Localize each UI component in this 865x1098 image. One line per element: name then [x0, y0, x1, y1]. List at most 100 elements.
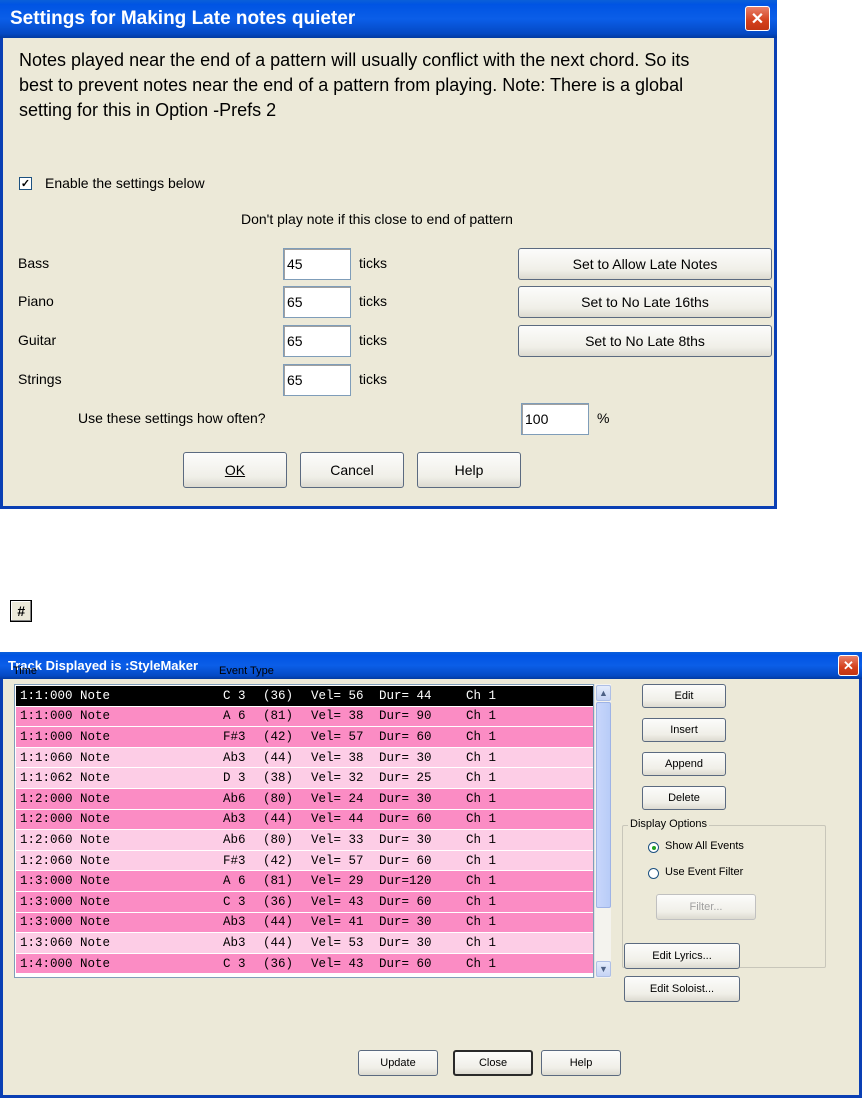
table-row[interactable]: 1:4:000 Note C 3 (36) Vel= 43 Dur= 60 Ch 1: [16, 953, 593, 974]
event-ch-cell: Ch 1: [466, 915, 497, 930]
hash-icon: #: [10, 600, 32, 622]
event-note-cell: C 3: [223, 688, 246, 703]
event-time-cell: 1:2:060 Note: [20, 853, 111, 868]
help-button[interactable]: Help: [541, 1050, 621, 1076]
piano-ticks-input[interactable]: 65: [283, 286, 351, 318]
close-button[interactable]: Close: [453, 1050, 533, 1076]
event-ch-cell: Ch 1: [466, 771, 497, 786]
use-event-filter-label: Use Event Filter: [665, 866, 744, 878]
event-dur-cell: Dur= 90: [379, 709, 432, 724]
use-event-filter-radio[interactable]: [648, 868, 659, 879]
event-num-cell: (36): [263, 894, 294, 909]
description-line: Notes played near the end of a pattern w…: [19, 50, 690, 70]
event-vel-cell: Vel= 41: [311, 915, 364, 930]
edit-label: Edit: [674, 690, 694, 702]
guitar-unit: ticks: [359, 332, 387, 348]
close-icon[interactable]: ✕: [745, 6, 770, 31]
edit-lyrics-button[interactable]: Edit Lyrics...: [624, 943, 740, 969]
event-dur-cell: Dur= 60: [379, 956, 432, 971]
event-vel-cell: Vel= 53: [311, 935, 364, 950]
table-row[interactable]: 1:1:000 Note A 6 (81) Vel= 38 Dur= 90 Ch 1: [16, 706, 593, 727]
table-row[interactable]: 1:1:000 Note C 3 (36) Vel= 56 Dur= 44 Ch 1: [16, 686, 593, 706]
close-icon[interactable]: ✕: [838, 655, 859, 676]
description-text: Notes played near the end of a pattern w…: [19, 48, 689, 123]
table-row[interactable]: 1:2:000 Note Ab6 (80) Vel= 24 Dur= 30 Ch 1: [16, 789, 593, 809]
table-row[interactable]: 1:2:060 Note F#3 (42) Vel= 57 Dur= 60 Ch 1: [16, 850, 593, 871]
cancel-button[interactable]: Cancel: [300, 452, 404, 488]
show-all-events-radio[interactable]: [648, 842, 659, 853]
strings-ticks-input[interactable]: 65: [283, 364, 351, 396]
table-row[interactable]: 1:1:060 Note Ab3 (44) Vel= 38 Dur= 30 Ch 1: [16, 747, 593, 768]
scroll-thumb[interactable]: [596, 702, 611, 908]
event-num-cell: (42): [263, 729, 294, 744]
table-row[interactable]: 1:2:000 Note Ab3 (44) Vel= 44 Dur= 60 Ch 1: [16, 809, 593, 830]
edit-soloist-button[interactable]: Edit Soloist...: [624, 976, 740, 1002]
how-often-label: Use these settings how often?: [78, 410, 266, 426]
event-note-cell: Ab6: [223, 791, 246, 806]
append-button[interactable]: Append: [642, 752, 726, 776]
table-row[interactable]: 1:1:062 Note D 3 (38) Vel= 32 Dur= 25 Ch 1: [16, 768, 593, 788]
no-late-8ths-button[interactable]: Set to No Late 8ths: [518, 325, 772, 357]
event-num-cell: (81): [263, 709, 294, 724]
ok-button[interactable]: OK: [183, 452, 287, 488]
description-line: best to prevent notes near the end of a …: [19, 75, 684, 95]
event-num-cell: (44): [263, 812, 294, 827]
strings-unit: ticks: [359, 371, 387, 387]
insert-button[interactable]: Insert: [642, 718, 726, 742]
event-type-column-header: Event Type: [219, 665, 274, 677]
table-row[interactable]: 1:3:000 Note A 6 (81) Vel= 29 Dur=120 Ch 1: [16, 871, 593, 891]
event-ch-cell: Ch 1: [466, 688, 497, 703]
event-vel-cell: Vel= 33: [311, 832, 364, 847]
time-column-header: Time: [13, 665, 38, 677]
event-dur-cell: Dur= 30: [379, 935, 432, 950]
no-late-16ths-button[interactable]: Set to No Late 16ths: [518, 286, 772, 318]
dialog-title-bar[interactable]: Settings for Making Late notes quieter ✕: [0, 0, 777, 38]
table-row[interactable]: 1:3:000 Note C 3 (36) Vel= 43 Dur= 60 Ch 1: [16, 892, 593, 912]
piano-label: Piano: [18, 293, 54, 309]
event-num-cell: (42): [263, 853, 294, 868]
delete-button[interactable]: Delete: [642, 786, 726, 810]
event-num-cell: (81): [263, 874, 294, 889]
scroll-down-icon[interactable]: ▼: [596, 961, 611, 977]
event-vel-cell: Vel= 38: [311, 709, 364, 724]
enable-checkbox[interactable]: ✓: [19, 177, 32, 190]
event-dur-cell: Dur= 60: [379, 853, 432, 868]
table-row[interactable]: 1:3:000 Note Ab3 (44) Vel= 41 Dur= 30 Ch 1: [16, 912, 593, 933]
append-label: Append: [665, 758, 703, 770]
track-title-bar[interactable]: Track Displayed is :StyleMaker ✕: [0, 652, 862, 679]
event-dur-cell: Dur= 60: [379, 729, 432, 744]
event-list[interactable]: 1:1:000 Note C 3 (36) Vel= 56 Dur= 44 Ch 1 1:1…: [14, 684, 594, 978]
scroll-up-icon[interactable]: ▲: [596, 685, 611, 701]
event-note-cell: F#3: [223, 853, 246, 868]
event-num-cell: (80): [263, 832, 294, 847]
event-time-cell: 1:4:000 Note: [20, 956, 111, 971]
event-time-cell: 1:2:000 Note: [20, 812, 111, 827]
hash-glyph: #: [17, 603, 25, 619]
event-ch-cell: Ch 1: [466, 791, 497, 806]
filter-button[interactable]: Filter...: [656, 894, 756, 920]
event-dur-cell: Dur= 60: [379, 894, 432, 909]
edit-button[interactable]: Edit: [642, 684, 726, 708]
close-label: Close: [478, 1057, 508, 1069]
event-vel-cell: Vel= 44: [311, 812, 364, 827]
allow-late-notes-button[interactable]: Set to Allow Late Notes: [518, 248, 772, 280]
event-note-cell: A 6: [223, 874, 246, 889]
ok-label: OK: [224, 462, 246, 478]
event-note-cell: Ab3: [223, 915, 246, 930]
how-often-input[interactable]: 100: [521, 403, 589, 435]
table-row[interactable]: 1:1:000 Note F#3 (42) Vel= 57 Dur= 60 Ch 1: [16, 727, 593, 747]
event-dur-cell: Dur= 44: [379, 688, 432, 703]
table-row[interactable]: 1:3:060 Note Ab3 (44) Vel= 53 Dur= 30 Ch 1: [16, 933, 593, 953]
bass-unit: ticks: [359, 255, 387, 271]
event-note-cell: D 3: [223, 771, 246, 786]
help-button[interactable]: Help: [417, 452, 521, 488]
event-vel-cell: Vel= 32: [311, 771, 364, 786]
bass-ticks-input[interactable]: 45: [283, 248, 351, 280]
event-num-cell: (36): [263, 688, 294, 703]
table-row[interactable]: 1:2:060 Note Ab6 (80) Vel= 33 Dur= 30 Ch 1: [16, 830, 593, 850]
event-list-scrollbar[interactable]: ▲ ▼: [594, 684, 611, 978]
edit-soloist-label: Edit Soloist...: [649, 983, 715, 995]
help-label: Help: [569, 1057, 593, 1069]
guitar-ticks-input[interactable]: 65: [283, 325, 351, 357]
update-button[interactable]: Update: [358, 1050, 438, 1076]
